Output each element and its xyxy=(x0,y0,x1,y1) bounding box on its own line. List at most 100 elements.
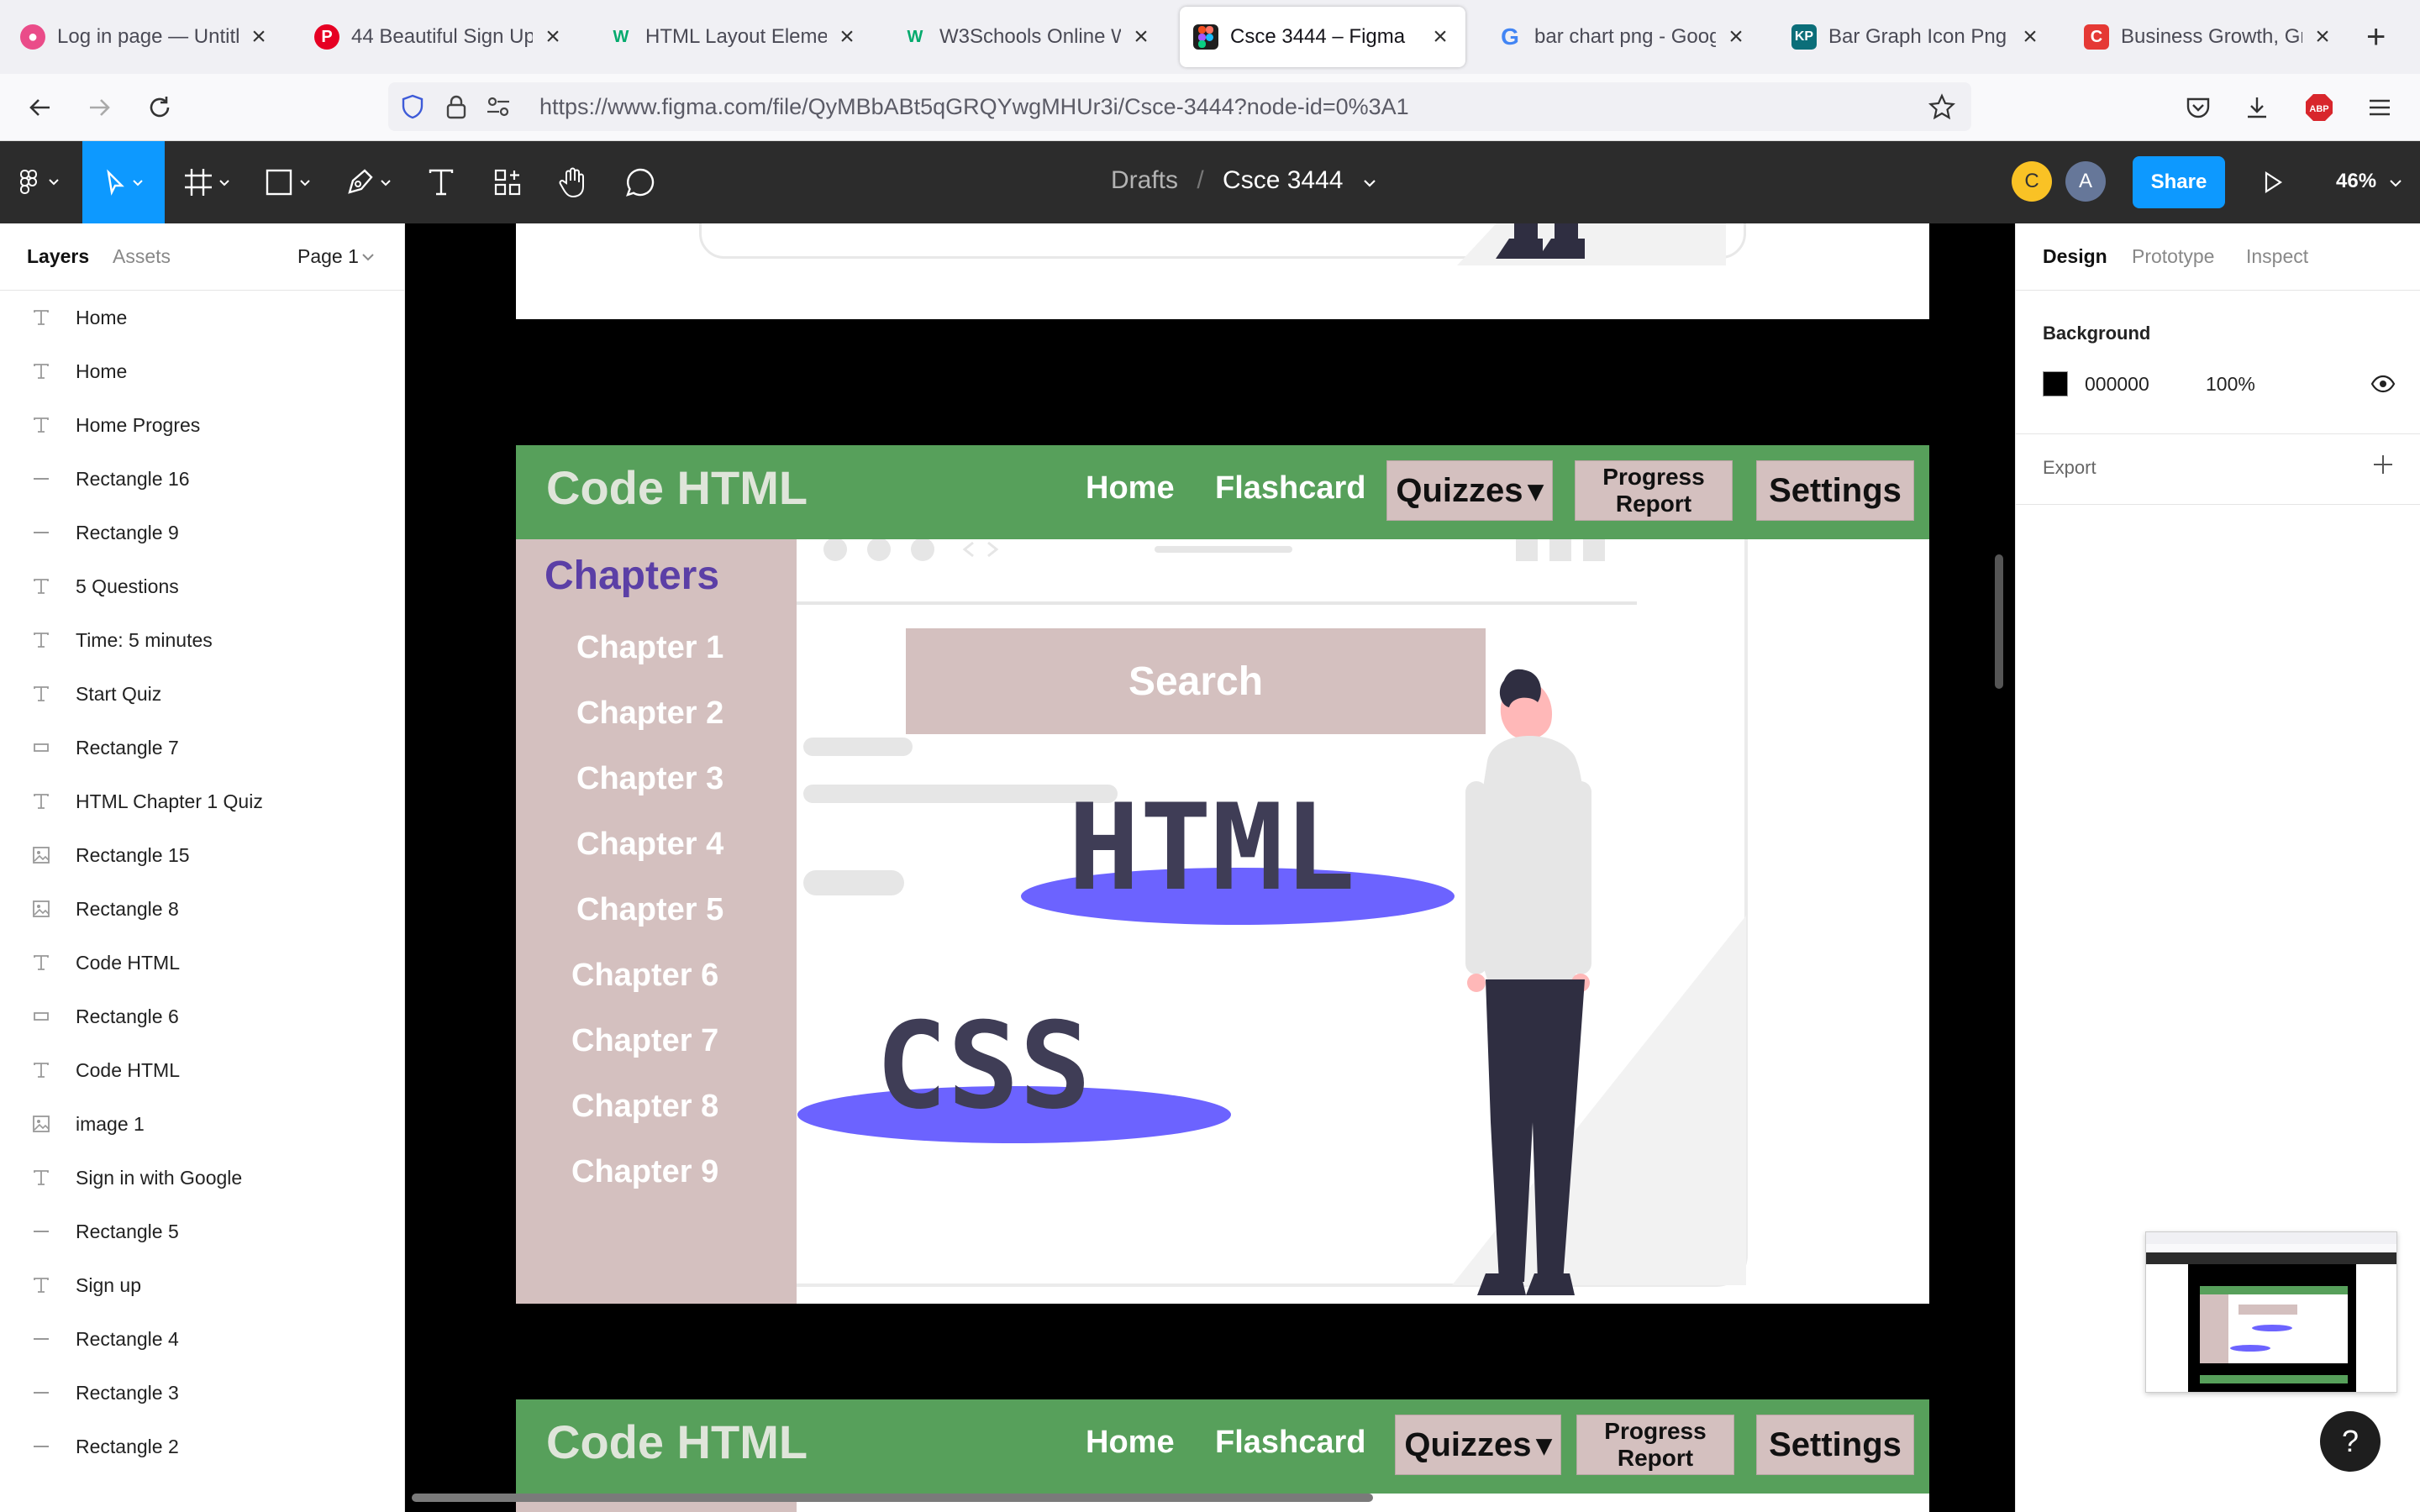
chapter-link[interactable]: Chapter 3 xyxy=(576,761,723,797)
add-export-icon[interactable] xyxy=(2372,454,2394,480)
nav-flashcard-link[interactable]: Flashcard xyxy=(1215,470,1366,507)
background-hex-input[interactable]: 000000 xyxy=(2085,373,2149,396)
hand-tool-icon[interactable] xyxy=(551,141,595,223)
page-selector[interactable]: Page 1 xyxy=(297,245,359,268)
text-tool-icon[interactable] xyxy=(420,141,462,223)
tab-design[interactable]: Design xyxy=(2043,245,2107,268)
avatar[interactable]: C xyxy=(2012,161,2052,202)
pen-tool-icon[interactable] xyxy=(338,141,405,223)
adblock-icon[interactable]: ABP xyxy=(2302,91,2336,124)
layer-row[interactable]: Rectangle 4 xyxy=(0,1312,404,1366)
layer-row[interactable]: Rectangle 6 xyxy=(0,990,404,1043)
layer-row[interactable]: Rectangle 9 xyxy=(0,506,404,559)
background-opacity-input[interactable]: 100% xyxy=(2206,373,2255,396)
layer-row[interactable]: Rectangle 2 xyxy=(0,1420,404,1473)
tab-google[interactable]: G bar chart png - Google × xyxy=(1484,7,1761,67)
tab-pinterest[interactable]: P 44 Beautiful Sign Up fo × xyxy=(301,7,578,67)
tab-w3schools-layout[interactable]: W HTML Layout Elements × xyxy=(595,7,872,67)
resources-icon[interactable] xyxy=(486,141,529,223)
close-icon[interactable]: × xyxy=(835,24,859,50)
nav-settings-button[interactable]: Settings xyxy=(1756,1415,1914,1475)
chevron-down-icon[interactable] xyxy=(1362,166,1377,195)
chevron-down-icon[interactable] xyxy=(361,250,375,265)
chapter-link[interactable]: Chapter 5 xyxy=(576,892,723,928)
layer-row[interactable]: Sign up xyxy=(0,1258,404,1312)
canvas[interactable]: HTML CSS Code HTML Home Flashcard Quizze… xyxy=(405,223,2015,1512)
layer-row[interactable]: Start Quiz xyxy=(0,667,404,721)
share-button[interactable]: Share xyxy=(2133,156,2225,208)
site-logo[interactable]: Code HTML xyxy=(546,460,808,515)
url-bar[interactable]: https://www.figma.com/file/QyMBbABt5qGRQ… xyxy=(388,82,1971,131)
nav-progress-report-button[interactable]: Progress Report xyxy=(1576,1415,1734,1475)
chapter-link[interactable]: Chapter 6 xyxy=(571,958,718,994)
close-icon[interactable]: × xyxy=(1129,24,1153,50)
site-logo[interactable]: Code HTML xyxy=(546,1415,808,1469)
frame-tool-icon[interactable] xyxy=(176,141,244,223)
move-tool-icon[interactable] xyxy=(82,141,165,223)
chapter-link[interactable]: Chapter 9 xyxy=(571,1154,718,1190)
close-icon[interactable]: × xyxy=(2311,24,2334,50)
tab-assets[interactable]: Assets xyxy=(113,245,171,268)
menu-icon[interactable] xyxy=(2363,91,2396,124)
tab-dribbble[interactable]: ● Log in page — Untitled × xyxy=(7,7,284,67)
help-button[interactable]: ? xyxy=(2320,1411,2381,1472)
tab-figma[interactable]: Csce 3444 – Figma × xyxy=(1180,7,1465,67)
layer-row[interactable]: Rectangle 3 xyxy=(0,1366,404,1420)
layer-row[interactable]: Sign in with Google xyxy=(0,1151,404,1205)
figma-menu-icon[interactable] xyxy=(12,141,71,223)
layer-row[interactable]: Code HTML xyxy=(0,1043,404,1097)
tab-inspect[interactable]: Inspect xyxy=(2246,245,2308,268)
design-frame-top[interactable] xyxy=(516,223,1929,319)
layer-row[interactable]: Home xyxy=(0,291,404,344)
layer-row[interactable]: image 1 xyxy=(0,1097,404,1151)
close-icon[interactable]: × xyxy=(541,24,565,50)
search-box[interactable]: Search xyxy=(906,628,1486,734)
tab-prototype[interactable]: Prototype xyxy=(2132,245,2214,268)
bookmark-star-icon[interactable] xyxy=(1928,92,1956,121)
nav-home-link[interactable]: Home xyxy=(1086,1425,1175,1461)
shape-tool-icon[interactable] xyxy=(257,141,324,223)
close-icon[interactable]: × xyxy=(247,24,271,50)
avatar[interactable]: A xyxy=(2065,161,2106,202)
chapter-link[interactable]: Chapter 2 xyxy=(576,696,723,732)
tab-layers[interactable]: Layers xyxy=(27,245,89,268)
layer-row[interactable]: Home xyxy=(0,344,404,398)
layer-row[interactable]: Home Progres xyxy=(0,398,404,452)
horizontal-scrollbar[interactable] xyxy=(412,1494,1373,1502)
lock-icon[interactable] xyxy=(442,92,471,121)
reload-icon[interactable] xyxy=(143,91,176,124)
close-icon[interactable]: × xyxy=(2018,24,2042,50)
nav-progress-report-button[interactable]: Progress Report xyxy=(1575,460,1733,521)
layer-row[interactable]: Rectangle 5 xyxy=(0,1205,404,1258)
zoom-level[interactable]: 46% xyxy=(2336,170,2402,193)
layer-row[interactable]: Rectangle 7 xyxy=(0,721,404,774)
tab-kp[interactable]: KP Bar Graph Icon Png - B × xyxy=(1778,7,2055,67)
tab-business[interactable]: C Business Growth, Grap × xyxy=(2070,7,2348,67)
new-tab-icon[interactable]: + xyxy=(2366,18,2386,55)
background-color-swatch[interactable] xyxy=(2043,371,2068,396)
forward-icon[interactable] xyxy=(82,91,116,124)
comment-tool-icon[interactable] xyxy=(618,141,662,223)
design-frame-main[interactable]: HTML CSS Code HTML Home Flashcard Quizze… xyxy=(516,445,1929,1304)
layer-row[interactable]: Code HTML xyxy=(0,936,404,990)
downloads-icon[interactable] xyxy=(2240,91,2274,124)
shield-icon[interactable] xyxy=(398,92,427,121)
chapter-link[interactable]: Chapter 4 xyxy=(576,827,723,863)
nav-flashcard-link[interactable]: Flashcard xyxy=(1215,1425,1366,1461)
nav-quizzes-dropdown[interactable]: Quizzes ▾ xyxy=(1395,1415,1561,1475)
nav-home-link[interactable]: Home xyxy=(1086,470,1175,507)
layer-row[interactable]: Rectangle 16 xyxy=(0,452,404,506)
back-icon[interactable] xyxy=(24,91,57,124)
permissions-icon[interactable] xyxy=(484,92,513,121)
close-icon[interactable]: × xyxy=(1428,24,1452,50)
layer-row[interactable]: 5 Questions xyxy=(0,559,404,613)
tab-w3schools[interactable]: W W3Schools Online Wel × xyxy=(889,7,1166,67)
close-icon[interactable]: × xyxy=(1724,24,1748,50)
chapter-link[interactable]: Chapter 8 xyxy=(571,1089,718,1125)
pocket-icon[interactable] xyxy=(2181,91,2215,124)
layer-row[interactable]: Time: 5 minutes xyxy=(0,613,404,667)
breadcrumb-drafts[interactable]: Drafts xyxy=(1111,166,1178,194)
chapter-link[interactable]: Chapter 7 xyxy=(571,1023,718,1059)
nav-quizzes-dropdown[interactable]: Quizzes ▾ xyxy=(1386,460,1553,521)
file-name[interactable]: Csce 3444 xyxy=(1223,166,1343,194)
